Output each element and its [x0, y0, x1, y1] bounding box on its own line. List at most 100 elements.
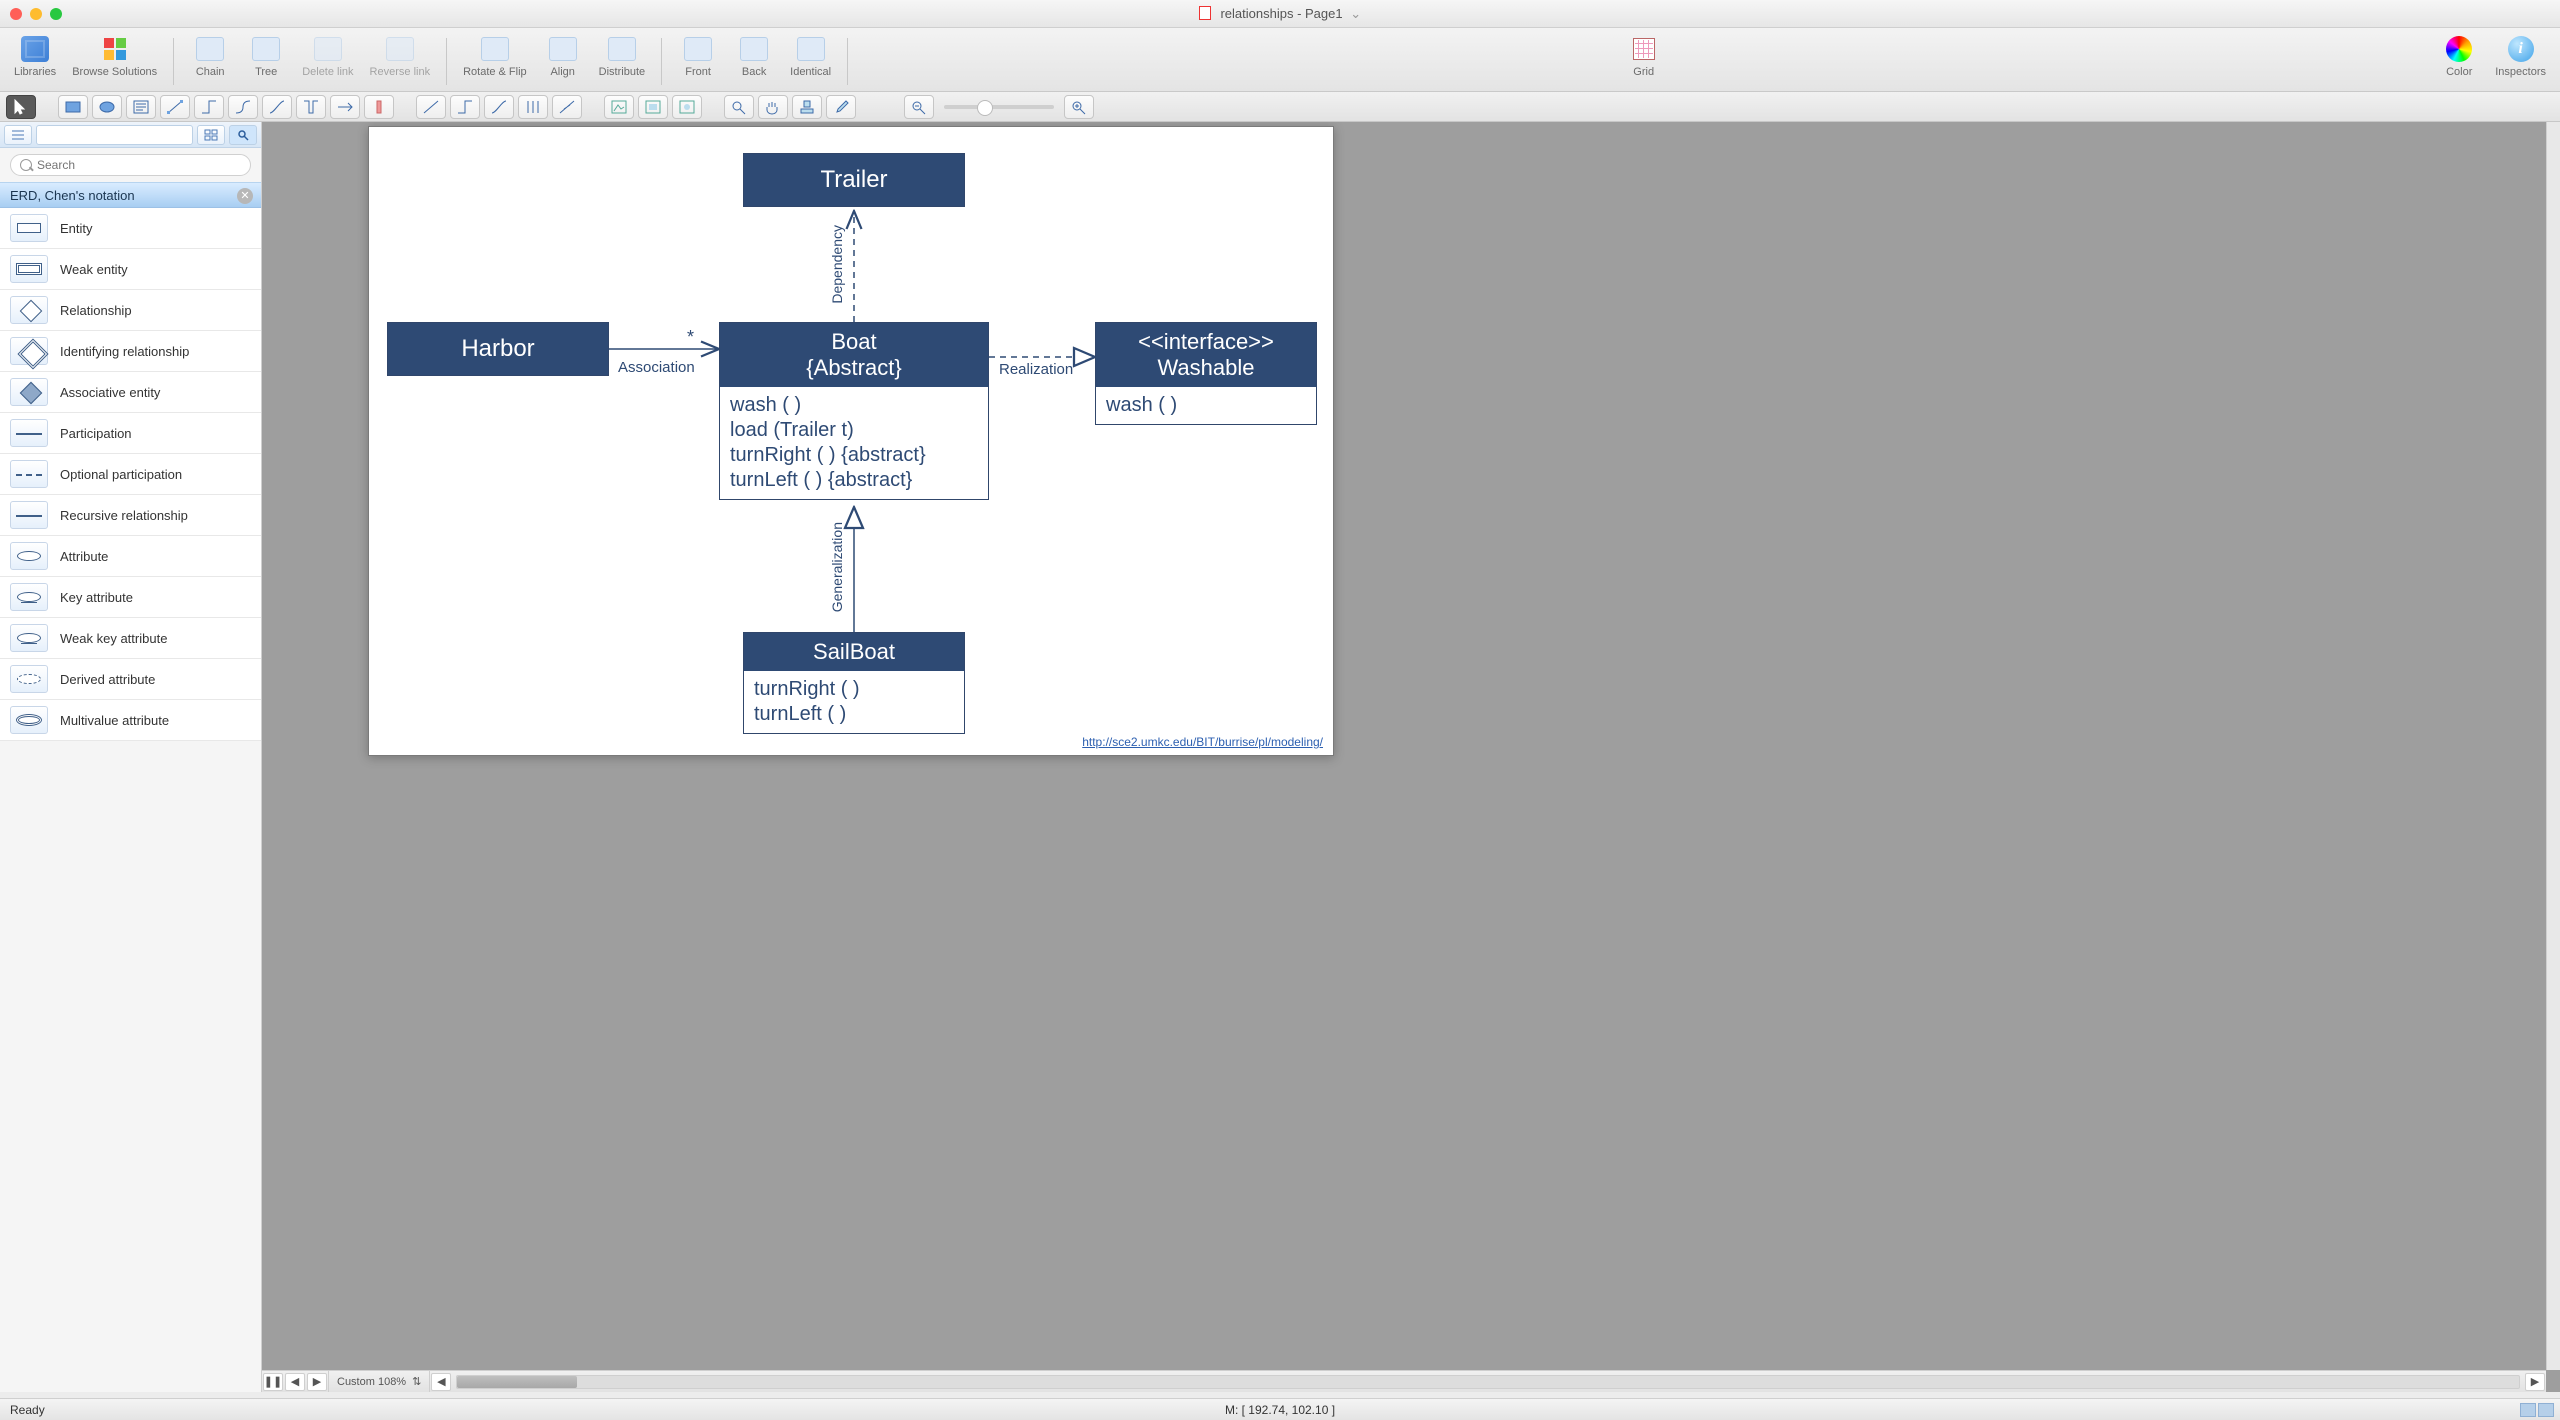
interface-washable[interactable]: <<interface>> Washable wash ( )	[1095, 322, 1317, 425]
sidebar-tab-list[interactable]	[4, 125, 32, 145]
page-next-button[interactable]: ▶	[307, 1373, 327, 1391]
tree-button[interactable]: Tree	[242, 32, 290, 80]
libraries-button[interactable]: Libraries	[10, 32, 60, 80]
label-multiplicity: *	[687, 327, 694, 348]
zoom-in-button[interactable]	[1064, 95, 1094, 119]
page-pause-icon[interactable]: ❚❚	[263, 1373, 283, 1391]
vertical-scrollbar[interactable]	[2546, 122, 2560, 1370]
back-button[interactable]: Back	[730, 32, 778, 80]
pan-tool[interactable]	[758, 95, 788, 119]
conn-tool-2[interactable]	[194, 95, 224, 119]
attribute-icon	[10, 542, 48, 570]
pointer-tool[interactable]	[6, 95, 36, 119]
zoom-tool[interactable]	[724, 95, 754, 119]
shape-recursive-relationship[interactable]: Recursive relationship	[0, 495, 261, 536]
document-icon	[1199, 6, 1211, 20]
status-right-icons	[2520, 1403, 2554, 1417]
class-harbor[interactable]: Harbor	[387, 322, 609, 376]
conn-tool-1[interactable]	[160, 95, 190, 119]
close-section-icon[interactable]: ✕	[237, 188, 253, 204]
back-icon	[740, 37, 768, 61]
entity-icon	[10, 214, 48, 242]
search-input[interactable]	[10, 154, 251, 176]
minimize-window-button[interactable]	[30, 8, 42, 20]
misc-tool-2[interactable]	[638, 95, 668, 119]
rotate-icon	[481, 37, 509, 61]
misc-tool-1[interactable]	[604, 95, 634, 119]
color-icon	[2446, 36, 2472, 62]
horizontal-scrollbar[interactable]	[456, 1375, 2520, 1389]
conn-tool-4[interactable]	[262, 95, 292, 119]
shape-participation[interactable]: Participation	[0, 413, 261, 454]
relationship-icon	[10, 296, 48, 324]
eyedropper-tool[interactable]	[826, 95, 856, 119]
conn-tool-3[interactable]	[228, 95, 258, 119]
shape-relationship[interactable]: Relationship	[0, 290, 261, 331]
browse-solutions-button[interactable]: Browse Solutions	[68, 32, 161, 80]
align-button[interactable]: Align	[539, 32, 587, 80]
shape-attribute[interactable]: Attribute	[0, 536, 261, 577]
misc-tool-3[interactable]	[672, 95, 702, 119]
grid-button[interactable]: Grid	[1620, 32, 1668, 80]
sidebar-search	[0, 148, 261, 182]
class-trailer[interactable]: Trailer	[743, 153, 965, 207]
status-sq-2[interactable]	[2538, 1403, 2554, 1417]
line-tool-1[interactable]	[416, 95, 446, 119]
front-button[interactable]: Front	[674, 32, 722, 80]
align-icon	[549, 37, 577, 61]
footer-link[interactable]: http://sce2.umkc.edu/BIT/burrise/pl/mode…	[1082, 735, 1323, 749]
shape-derived-attribute[interactable]: Derived attribute	[0, 659, 261, 700]
close-window-button[interactable]	[10, 8, 22, 20]
sidebar-top-tabs	[0, 122, 261, 148]
zoom-slider[interactable]	[944, 105, 1054, 109]
ellipse-tool[interactable]	[92, 95, 122, 119]
conn-tool-5[interactable]	[296, 95, 326, 119]
label-association: Association	[618, 359, 695, 376]
shape-entity[interactable]: Entity	[0, 208, 261, 249]
page-prev-button[interactable]: ◀	[285, 1373, 305, 1391]
shape-optional-participation[interactable]: Optional participation	[0, 454, 261, 495]
sidebar-tab-grid[interactable]	[197, 125, 225, 145]
sidebar-tab-search[interactable]	[229, 125, 257, 145]
sidebar-section-header[interactable]: ERD, Chen's notation ✕	[0, 182, 261, 208]
status-sq-1[interactable]	[2520, 1403, 2536, 1417]
rotate-flip-button[interactable]: Rotate & Flip	[459, 32, 531, 80]
line-tool-2[interactable]	[450, 95, 480, 119]
reverse-link-button[interactable]: Reverse link	[366, 32, 435, 80]
line-tool-4[interactable]	[518, 95, 548, 119]
zoom-window-button[interactable]	[50, 8, 62, 20]
conn-tool-7[interactable]	[364, 95, 394, 119]
line-tool-5[interactable]	[552, 95, 582, 119]
class-sailboat[interactable]: SailBoat turnRight ( ) turnLeft ( )	[743, 632, 965, 734]
class-boat[interactable]: Boat {Abstract} wash ( ) load (Trailer t…	[719, 322, 989, 500]
diagram-page[interactable]: Trailer Harbor Boat {Abstract} wash ( ) …	[368, 126, 1334, 756]
sidebar-top-field[interactable]	[36, 125, 193, 145]
color-button[interactable]: Color	[2435, 32, 2483, 80]
canvas-viewport[interactable]: Trailer Harbor Boat {Abstract} wash ( ) …	[262, 122, 2546, 1370]
delete-link-button[interactable]: Delete link	[298, 32, 357, 80]
identical-button[interactable]: Identical	[786, 32, 835, 80]
hscroll-left[interactable]: ◀	[431, 1373, 451, 1391]
distribute-button[interactable]: Distribute	[595, 32, 649, 80]
zoom-out-button[interactable]	[904, 95, 934, 119]
label-realization: Realization	[999, 361, 1073, 378]
multivalue-attribute-icon	[10, 706, 48, 734]
hscroll-right[interactable]: ▶	[2525, 1373, 2545, 1391]
shape-multivalue-attribute[interactable]: Multivalue attribute	[0, 700, 261, 741]
inspectors-button[interactable]: Inspectors	[2491, 32, 2550, 80]
line-tool-3[interactable]	[484, 95, 514, 119]
shape-key-attribute[interactable]: Key attribute	[0, 577, 261, 618]
shape-weak-entity[interactable]: Weak entity	[0, 249, 261, 290]
text-tool[interactable]	[126, 95, 156, 119]
shape-associative-entity[interactable]: Associative entity	[0, 372, 261, 413]
class-sailboat-header: SailBoat	[744, 633, 964, 671]
shape-weak-key-attribute[interactable]: Weak key attribute	[0, 618, 261, 659]
label-generalization: Generalization	[829, 522, 845, 612]
conn-tool-6[interactable]	[330, 95, 360, 119]
shape-identifying-relationship[interactable]: Identifying relationship	[0, 331, 261, 372]
rect-tool[interactable]	[58, 95, 88, 119]
chain-button[interactable]: Chain	[186, 32, 234, 80]
zoom-select[interactable]: Custom 108%⇅	[328, 1371, 430, 1392]
stamp-tool[interactable]	[792, 95, 822, 119]
interface-washable-operations: wash ( )	[1096, 387, 1316, 424]
